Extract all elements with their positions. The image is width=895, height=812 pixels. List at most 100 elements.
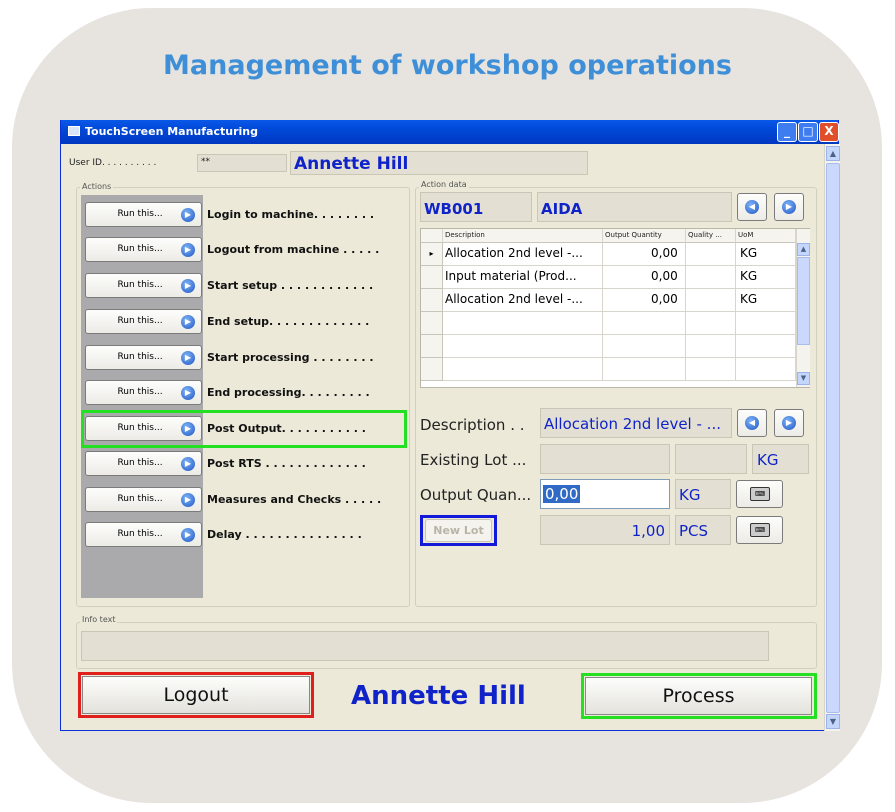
scroll-down-icon[interactable]: ▼ bbox=[797, 372, 810, 385]
grid-cell-empty[interactable] bbox=[603, 358, 686, 381]
grid-scrollbar[interactable]: ▲ ▼ bbox=[796, 229, 810, 387]
lot-qty-uom: PCS bbox=[675, 515, 731, 545]
run-button-start-setup[interactable]: Run this... ▶ bbox=[85, 273, 202, 298]
existing-lot-label: Existing Lot ... bbox=[420, 451, 527, 469]
action-label-end-processing: End processing. . . . . . . . . bbox=[207, 386, 370, 399]
machine-name: AIDA bbox=[537, 192, 732, 222]
grid-cell-empty[interactable] bbox=[686, 312, 736, 335]
arrow-left-icon: ◀ bbox=[745, 416, 759, 430]
run-button-delay[interactable]: Run this... ▶ bbox=[85, 522, 202, 547]
run-button-label: Run this... bbox=[117, 316, 163, 326]
grid-row-selector[interactable] bbox=[421, 335, 443, 358]
grid-cell-empty[interactable] bbox=[736, 358, 796, 381]
grid-header-uom[interactable]: UoM bbox=[736, 229, 796, 243]
grid-cell-empty[interactable] bbox=[443, 335, 603, 358]
action-data-group-label: Action data bbox=[419, 180, 469, 189]
grid-cell-qty[interactable]: 0,00 bbox=[603, 243, 686, 266]
scroll-up-icon[interactable]: ▲ bbox=[797, 243, 810, 256]
grid-header-description[interactable]: Description bbox=[443, 229, 603, 243]
grid-row-selector[interactable] bbox=[421, 358, 443, 381]
next-machine-button[interactable]: ▶ bbox=[774, 193, 804, 221]
maximize-button[interactable]: □ bbox=[798, 122, 818, 142]
run-button-measures[interactable]: Run this... ▶ bbox=[85, 487, 202, 512]
existing-lot-field[interactable] bbox=[540, 444, 670, 474]
grid-header-output-qty[interactable]: Output Quantity bbox=[603, 229, 686, 243]
action-label-logout: Logout from machine . . . . . bbox=[207, 243, 380, 256]
run-button-label: Run this... bbox=[117, 244, 163, 254]
grid-header-quality[interactable]: Quality ... bbox=[686, 229, 736, 243]
app-icon bbox=[68, 126, 80, 136]
output-qty-value: 0,00 bbox=[543, 485, 581, 503]
keyboard-icon: ⌨ bbox=[750, 487, 770, 501]
info-group-label: Info text bbox=[80, 615, 118, 624]
grid-cell-qty[interactable]: 0,00 bbox=[603, 266, 686, 289]
new-lot-button[interactable]: New Lot bbox=[425, 519, 492, 542]
scroll-down-icon[interactable]: ▼ bbox=[826, 714, 840, 729]
run-button-end-processing[interactable]: Run this... ▶ bbox=[85, 380, 202, 405]
grid-cell-uom[interactable]: KG bbox=[736, 243, 796, 266]
grid-cell-empty[interactable] bbox=[603, 312, 686, 335]
arrow-right-icon: ▶ bbox=[181, 208, 195, 222]
run-button-label: Run this... bbox=[117, 494, 163, 504]
grid-scroll-thumb[interactable] bbox=[797, 257, 810, 345]
grid-cell-empty[interactable] bbox=[686, 335, 736, 358]
window-scrollbar[interactable]: ▲ ▼ bbox=[824, 144, 840, 731]
keyboard-button-lot[interactable]: ⌨ bbox=[736, 516, 783, 544]
grid-cell-quality[interactable] bbox=[686, 289, 736, 312]
grid-cell-empty[interactable] bbox=[686, 358, 736, 381]
output-qty-input[interactable]: 0,00 bbox=[540, 479, 670, 509]
grid-cell-uom[interactable]: KG bbox=[736, 266, 796, 289]
run-button-login[interactable]: Run this... ▶ bbox=[85, 202, 202, 227]
minimize-button[interactable]: _ bbox=[777, 122, 797, 142]
keyboard-icon: ⌨ bbox=[750, 523, 770, 537]
process-highlight bbox=[581, 673, 817, 719]
window-titlebar: TouchScreen Manufacturing _ □ X bbox=[61, 120, 839, 144]
run-button-label: Run this... bbox=[117, 352, 163, 362]
run-button-post-rts[interactable]: Run this... ▶ bbox=[85, 451, 202, 476]
prev-description-button[interactable]: ◀ bbox=[737, 409, 767, 437]
action-label-start-processing: Start processing . . . . . . . . bbox=[207, 351, 374, 364]
grid-cell-empty[interactable] bbox=[736, 335, 796, 358]
arrow-right-icon: ▶ bbox=[782, 416, 796, 430]
grid-row-selector[interactable] bbox=[421, 266, 443, 289]
window-title: TouchScreen Manufacturing bbox=[85, 125, 258, 138]
action-label-login: Login to machine. . . . . . . . bbox=[207, 208, 375, 221]
close-button[interactable]: X bbox=[819, 122, 839, 142]
scroll-up-icon[interactable]: ▲ bbox=[826, 146, 840, 161]
grid-cell-empty[interactable] bbox=[603, 335, 686, 358]
output-grid[interactable]: Description Output Quantity Quality ... … bbox=[420, 228, 810, 388]
user-id-field[interactable]: ** bbox=[197, 154, 287, 172]
user-id-label: User ID. . . . . . . . . . bbox=[69, 158, 157, 168]
grid-cell-empty[interactable] bbox=[443, 312, 603, 335]
grid-cell-empty[interactable] bbox=[736, 312, 796, 335]
grid-row-selector[interactable] bbox=[421, 289, 443, 312]
grid-cell-description[interactable]: Input material (Prod... bbox=[443, 266, 603, 289]
logout-highlight bbox=[78, 672, 314, 718]
run-button-logout[interactable]: Run this... ▶ bbox=[85, 237, 202, 262]
run-button-end-setup[interactable]: Run this... ▶ bbox=[85, 309, 202, 334]
grid-cell-description[interactable]: Allocation 2nd level -... bbox=[443, 289, 603, 312]
grid-row-selector[interactable]: ▸ bbox=[421, 243, 443, 266]
grid-cell-quality[interactable] bbox=[686, 266, 736, 289]
run-button-start-processing[interactable]: Run this... ▶ bbox=[85, 345, 202, 370]
arrow-right-icon: ▶ bbox=[181, 243, 195, 257]
grid-cell-uom[interactable]: KG bbox=[736, 289, 796, 312]
grid-row-selector[interactable] bbox=[421, 312, 443, 335]
keyboard-button-output[interactable]: ⌨ bbox=[736, 480, 783, 508]
arrow-left-icon: ◀ bbox=[745, 200, 759, 214]
footer-user-name: Annette Hill bbox=[351, 681, 526, 711]
prev-machine-button[interactable]: ◀ bbox=[737, 193, 767, 221]
description-field: Allocation 2nd level - ... bbox=[540, 408, 732, 438]
grid-cell-empty[interactable] bbox=[443, 358, 603, 381]
grid-cell-qty[interactable]: 0,00 bbox=[603, 289, 686, 312]
grid-cell-description[interactable]: Allocation 2nd level -... bbox=[443, 243, 603, 266]
action-label-post-rts: Post RTS . . . . . . . . . . . . . bbox=[207, 457, 366, 470]
arrow-right-icon: ▶ bbox=[181, 315, 195, 329]
arrow-right-icon: ▶ bbox=[181, 528, 195, 542]
run-button-label: Run this... bbox=[117, 529, 163, 539]
arrow-right-icon: ▶ bbox=[181, 351, 195, 365]
grid-cell-quality[interactable] bbox=[686, 243, 736, 266]
next-description-button[interactable]: ▶ bbox=[774, 409, 804, 437]
window-scroll-thumb[interactable] bbox=[826, 163, 840, 713]
output-qty-label: Output Quan... bbox=[420, 486, 532, 504]
